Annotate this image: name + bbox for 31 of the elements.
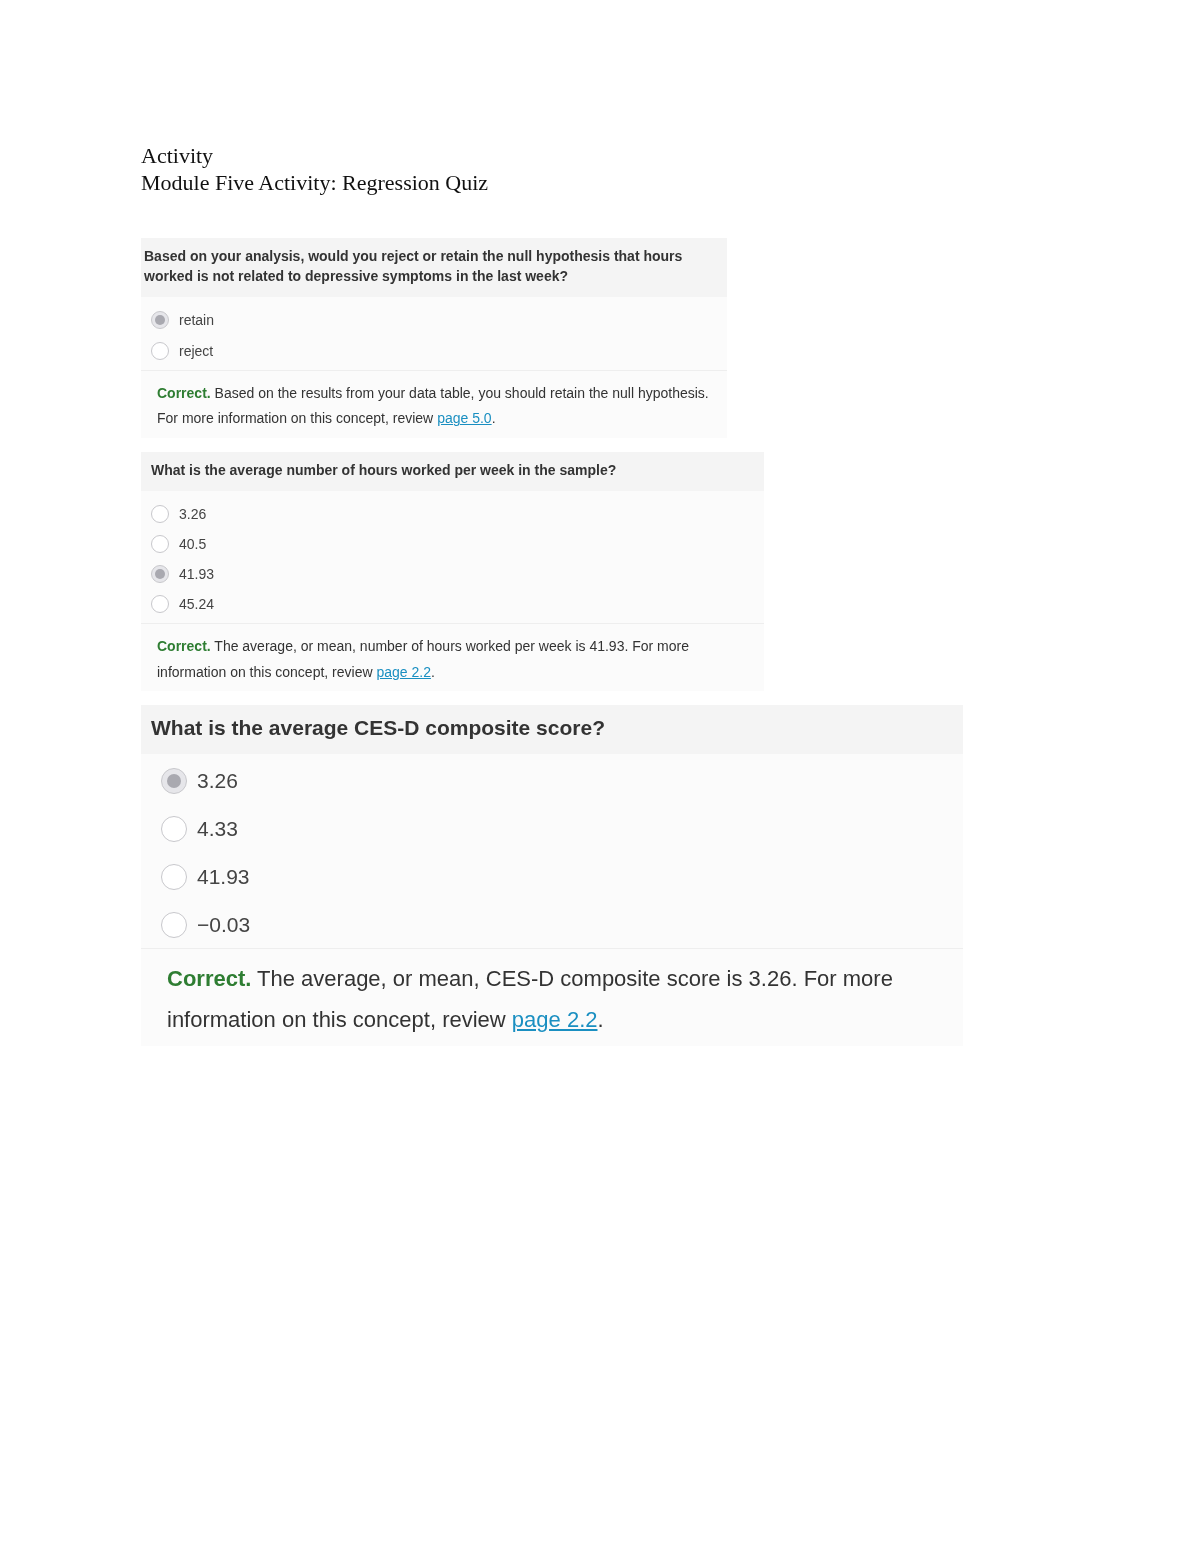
answer-option[interactable]: 41.93: [151, 564, 748, 583]
answer-option[interactable]: 41.93: [161, 863, 947, 890]
feedback-text: Correct. The average, or mean, CES-D composite score is 3.26. For more information on this concept, review page 2.2.: [166, 964, 894, 1034]
radio-button[interactable]: [151, 504, 169, 523]
question-prompt: What is the average CES-D composite score?: [141, 705, 963, 754]
radio-button[interactable]: [151, 594, 169, 613]
radio-button[interactable]: [151, 310, 169, 329]
page-title: Activity: [141, 142, 215, 169]
question-prompt: What is the average number of hours worked per week in the sample?: [141, 452, 764, 491]
page-link[interactable]: page 2.2: [376, 663, 431, 680]
radio-button[interactable]: [151, 534, 169, 553]
radio-button[interactable]: [161, 767, 187, 794]
answer-option[interactable]: −0.03: [161, 911, 947, 938]
radio-button[interactable]: [151, 341, 169, 360]
answer-option[interactable]: 40.5: [151, 534, 748, 553]
answer-option[interactable]: 45.24: [151, 594, 748, 613]
radio-button[interactable]: [161, 815, 187, 842]
page-link[interactable]: page 2.2: [511, 1006, 598, 1032]
radio-button[interactable]: [161, 911, 187, 938]
answer-option[interactable]: reject: [151, 341, 711, 360]
page-title: Module Five Activity: Regression Quiz: [141, 169, 490, 196]
answer-option[interactable]: 3.26: [151, 504, 748, 523]
feedback-text: Correct. The average, or mean, number of hours worked per week is 41.93. For more information on this concept, review page 2.2.: [156, 636, 690, 682]
question-prompt: Based on your analysis, would you reject or retain the null hypothesis that hours worked is not related to depressive symptoms in the last week?: [141, 238, 727, 297]
answer-option[interactable]: retain: [151, 310, 711, 329]
answer-option[interactable]: 3.26: [161, 767, 947, 794]
answer-option[interactable]: 4.33: [161, 815, 947, 842]
page-link[interactable]: page 5.0: [437, 410, 492, 427]
radio-button[interactable]: [151, 564, 169, 583]
feedback-text: Correct. Based on the results from your data table, you should retain the null hypothesis. For more information on this concept, review page 5.0.: [156, 383, 710, 429]
radio-button[interactable]: [161, 863, 187, 890]
